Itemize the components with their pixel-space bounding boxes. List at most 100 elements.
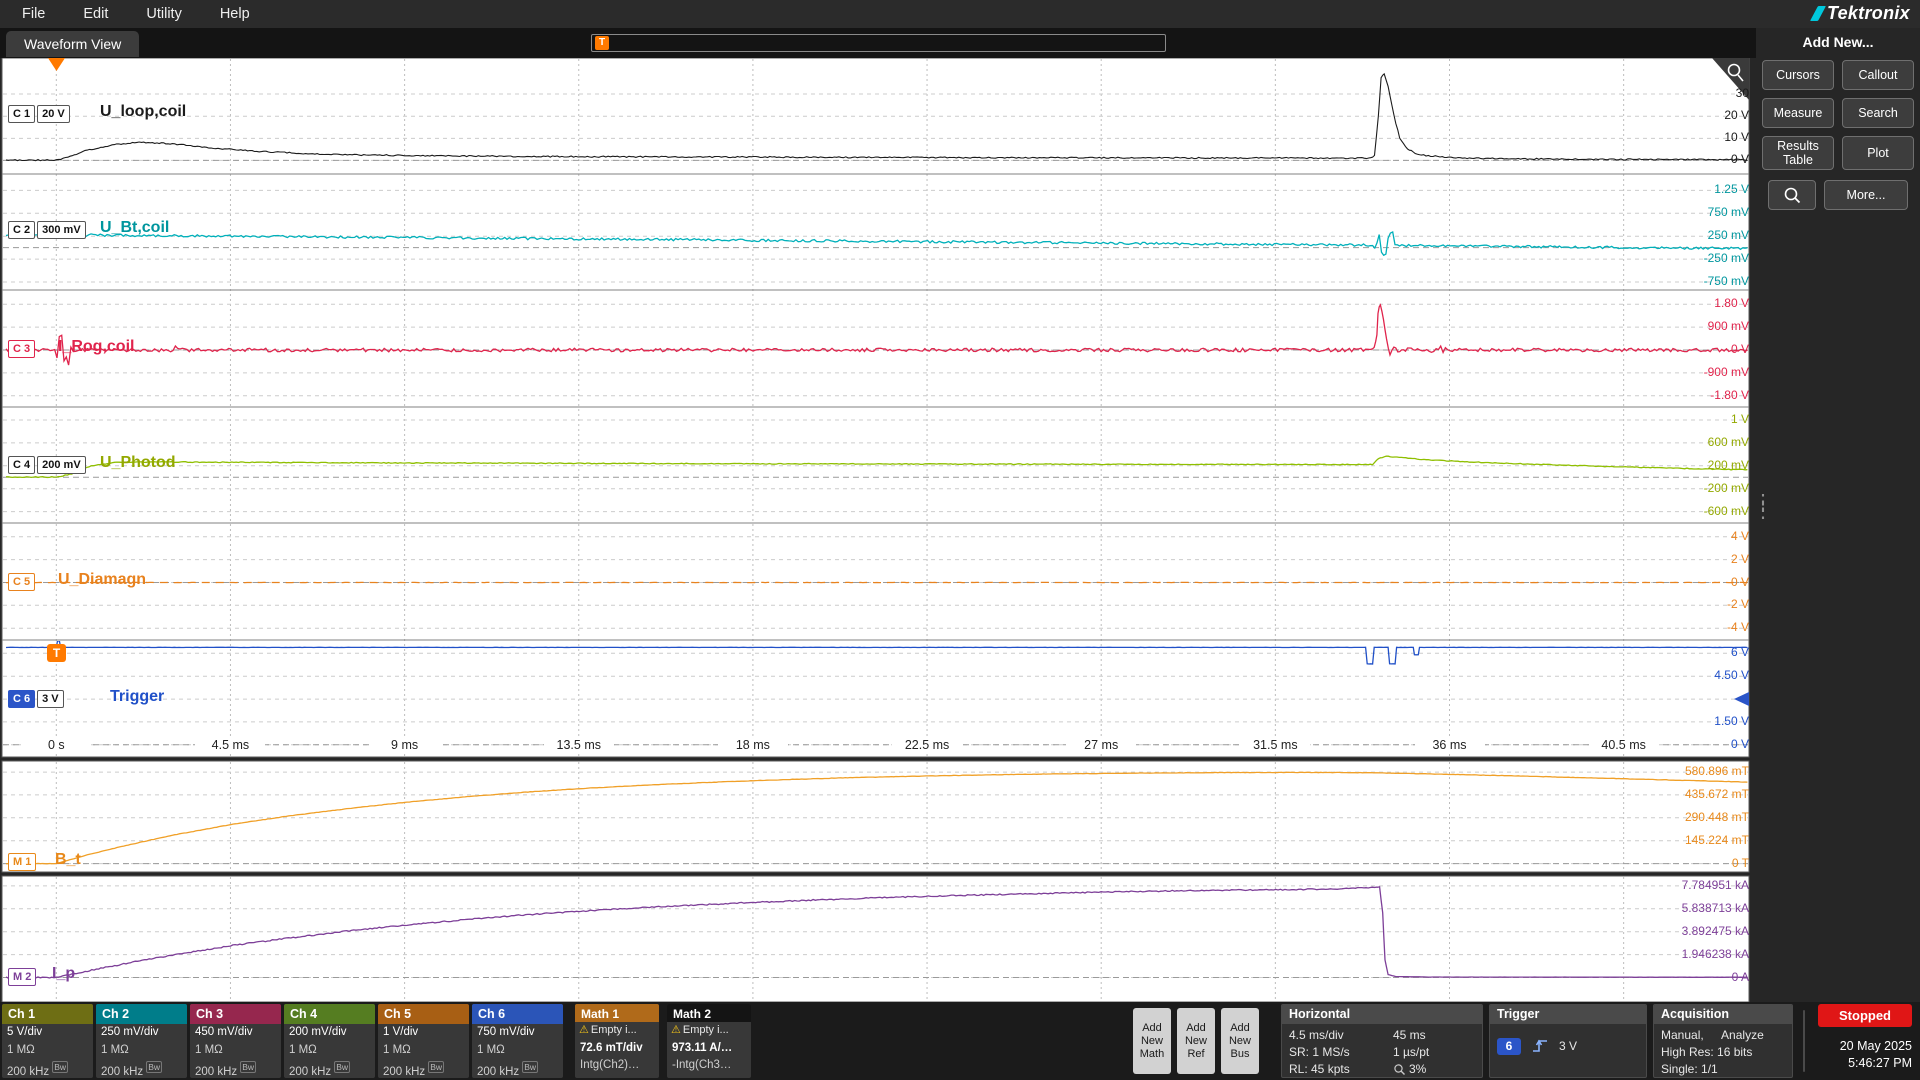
- menu-edit[interactable]: Edit: [73, 0, 118, 28]
- badge-chip[interactable]: C 2: [8, 221, 35, 239]
- badge-chip[interactable]: C 5: [8, 573, 35, 591]
- channel-tile-row: 200 kHzBw: [2, 1059, 93, 1078]
- time-label: 36 ms: [1415, 738, 1485, 752]
- sidebar-button-callout[interactable]: Callout: [1842, 60, 1914, 90]
- trigger-level: 3 V: [1559, 1039, 1577, 1053]
- math-warning: ⚠Empty i...: [575, 1022, 659, 1040]
- channel-tile-row: 200 kHzBw: [190, 1059, 281, 1078]
- channel-settings-tile-1[interactable]: Ch 15 V/div1 MΩ200 kHzBw: [2, 1004, 93, 1078]
- add-new-bus-button[interactable]: AddNewBus: [1221, 1008, 1259, 1074]
- time-label: 22.5 ms: [892, 738, 962, 752]
- channel-badge-c3[interactable]: C 3: [8, 340, 37, 358]
- channel-settings-tile-2[interactable]: Ch 2250 mV/div1 MΩ200 kHzBw: [96, 1004, 187, 1078]
- horizontal-panel[interactable]: Horizontal 4.5 ms/div 45 ms SR: 1 MS/s 1…: [1281, 1004, 1483, 1078]
- math-expression: -Intg(Ch3…: [667, 1057, 751, 1075]
- channel-badge-c6[interactable]: C 63 V: [8, 690, 66, 708]
- horizontal-readouts: 4.5 ms/div 45 ms SR: 1 MS/s 1 µs/pt RL: …: [1282, 1024, 1482, 1078]
- badge-chip[interactable]: 3 V: [37, 690, 64, 708]
- badge-chip[interactable]: C 6: [8, 690, 35, 708]
- badge-chip[interactable]: 300 mV: [37, 221, 86, 239]
- math-tile-1[interactable]: Math 1⚠Empty i...72.6 mT/divIntg(Ch2)…: [575, 1004, 659, 1078]
- bandwidth-limit-icon: Bw: [146, 1061, 162, 1073]
- badge-chip[interactable]: 200 mV: [37, 456, 86, 474]
- tektronix-logo-mark: [1810, 6, 1826, 21]
- trigger-source-badge[interactable]: T: [47, 644, 66, 662]
- badge-chip[interactable]: M 1: [8, 853, 36, 871]
- minimap-trigger-marker[interactable]: T: [595, 36, 609, 50]
- channel-tile-row: 1 MΩ: [378, 1042, 469, 1060]
- badge-chip[interactable]: 20 V: [37, 105, 70, 123]
- badge-chip[interactable]: M 2: [8, 968, 36, 986]
- zoom-button[interactable]: [1768, 180, 1816, 210]
- tick-label-m1: 580.896 mT: [1685, 764, 1749, 778]
- channel-settings-tile-3[interactable]: Ch 3450 mV/div1 MΩ200 kHzBw: [190, 1004, 281, 1078]
- channel-name-c4: U_Photod: [100, 454, 176, 472]
- sidebar-button-results-table[interactable]: Results Table: [1762, 136, 1834, 170]
- channel-settings-tile-5[interactable]: Ch 51 V/div1 MΩ200 kHzBw: [378, 1004, 469, 1078]
- tektronix-logo-text: Tektronix: [1827, 3, 1910, 24]
- channel-settings-tile-4[interactable]: Ch 4200 mV/div1 MΩ200 kHzBw: [284, 1004, 375, 1078]
- channel-tile-row: 450 mV/div: [190, 1024, 281, 1042]
- tab-waveform-view[interactable]: Waveform View: [6, 31, 139, 57]
- math-tile-2[interactable]: Math 2⚠Empty i...973.11 A/…-Intg(Ch3…: [667, 1004, 751, 1078]
- acquisition-sequence: Single: 1/1: [1661, 1061, 1785, 1078]
- tick-label-c4: 600 mV: [1708, 435, 1749, 449]
- tick-label-c5: -4 V: [1727, 620, 1749, 634]
- trigger-panel[interactable]: Trigger 6 3 V: [1489, 1004, 1647, 1078]
- tick-label-m1: 145.224 mT: [1685, 833, 1749, 847]
- sidebar-button-search[interactable]: Search: [1842, 98, 1914, 128]
- tick-label-c4: -200 mV: [1704, 481, 1749, 495]
- horizontal-window: 45 ms: [1393, 1027, 1475, 1044]
- acquisition-minimap[interactable]: T: [591, 34, 1166, 52]
- math-expression: Intg(Ch2)…: [575, 1057, 659, 1075]
- add-new-ref-button[interactable]: AddNewRef: [1177, 1008, 1215, 1074]
- trigger-source-channel: 6: [1497, 1038, 1521, 1055]
- channel-badge-m2[interactable]: M 2: [8, 968, 38, 986]
- tick-label-c6: 6 V: [1731, 645, 1749, 659]
- tick-label-c1: 20 V: [1724, 108, 1749, 122]
- side-button-grid: Cursors Callout Measure Search Results Table…: [1762, 60, 1914, 170]
- sidebar-button-plot[interactable]: Plot: [1842, 136, 1914, 170]
- panel-drag-handle[interactable]: ⋮⋮: [1753, 498, 1773, 516]
- add-new-math-button[interactable]: AddNewMath: [1133, 1008, 1171, 1074]
- channel-badge-c2[interactable]: C 2300 mV: [8, 221, 88, 239]
- acquisition-status-stopped[interactable]: Stopped: [1818, 1004, 1912, 1027]
- tick-label-c5: -2 V: [1727, 597, 1749, 611]
- badge-chip[interactable]: C 4: [8, 456, 35, 474]
- channel-tile-title: Ch 4: [284, 1004, 375, 1024]
- warning-icon: ⚠: [671, 1024, 681, 1036]
- channel-badge-m1[interactable]: M 1: [8, 853, 38, 871]
- menu-bar: File Edit Utility Help Tektronix: [0, 0, 1920, 28]
- channel-settings-tile-6[interactable]: Ch 6750 mV/div1 MΩ200 kHzBw: [472, 1004, 563, 1078]
- tick-label-c2: 750 mV: [1708, 205, 1749, 219]
- tick-label-m1: 435.672 mT: [1685, 787, 1749, 801]
- math-tile-title: Math 2: [667, 1004, 751, 1022]
- badge-chip[interactable]: C 1: [8, 105, 35, 123]
- date-time: 20 May 2025 5:46:27 PM: [1818, 1038, 1912, 1072]
- sidebar-button-cursors[interactable]: Cursors: [1762, 60, 1834, 90]
- menu-utility[interactable]: Utility: [136, 0, 191, 28]
- tick-label-c5: 2 V: [1731, 552, 1749, 566]
- menu-file[interactable]: File: [12, 0, 55, 28]
- tektronix-logo: Tektronix: [1814, 3, 1910, 24]
- tick-label-c1: 0 V: [1731, 152, 1749, 166]
- time-label: 18 ms: [718, 738, 788, 752]
- channel-tile-row: 1 MΩ: [2, 1042, 93, 1060]
- math-warning: ⚠Empty i...: [667, 1022, 751, 1040]
- channel-badge-c1[interactable]: C 120 V: [8, 105, 72, 123]
- badge-chip[interactable]: C 3: [8, 340, 35, 358]
- tick-label-c4: -600 mV: [1704, 504, 1749, 518]
- horizontal-title: Horizontal: [1282, 1005, 1482, 1024]
- oscilloscope-screen: C 120 VU_loop,coil3020 V10 V0 VC 2300 mV…: [0, 0, 1920, 1080]
- channel-badge-c5[interactable]: C 5: [8, 573, 37, 591]
- view-tab-bar: Waveform View T: [0, 28, 1756, 58]
- acquisition-title: Acquisition: [1654, 1005, 1792, 1024]
- horizontal-sample-rate: SR: 1 MS/s: [1289, 1044, 1393, 1061]
- channel-badge-c4[interactable]: C 4200 mV: [8, 456, 88, 474]
- sidebar-button-measure[interactable]: Measure: [1762, 98, 1834, 128]
- time-label: 13.5 ms: [544, 738, 614, 752]
- acquisition-panel[interactable]: Acquisition Manual, Analyze High Res: 16…: [1653, 1004, 1793, 1078]
- menu-help[interactable]: Help: [210, 0, 260, 28]
- more-button[interactable]: More...: [1824, 180, 1908, 210]
- tick-label-c3: 900 mV: [1708, 319, 1749, 333]
